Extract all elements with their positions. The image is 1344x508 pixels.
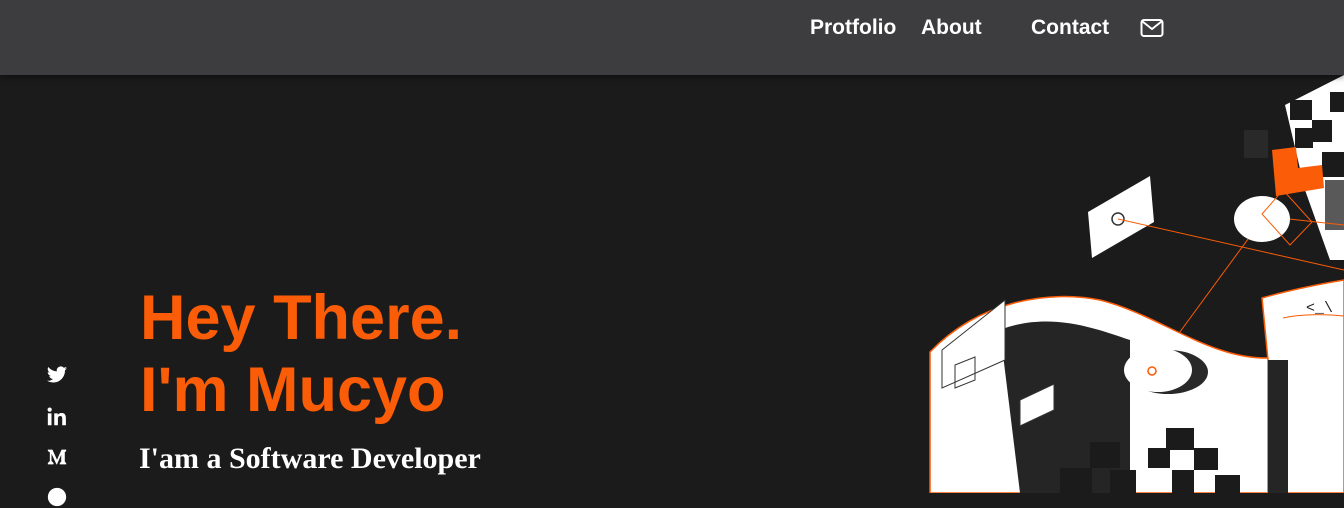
envelope-icon[interactable] xyxy=(1140,18,1164,38)
hero-greeting: Hey There. xyxy=(140,283,463,353)
floating-panel xyxy=(1088,176,1154,258)
nav-link-portfolio[interactable]: Protfolio xyxy=(810,16,896,40)
nav-link-about[interactable]: About xyxy=(921,16,982,40)
hero-illustration: <_\ xyxy=(929,75,1344,493)
code-terminal-graphic: <_\ xyxy=(1261,279,1344,493)
twitter-icon[interactable] xyxy=(46,364,68,386)
linkedin-icon[interactable] xyxy=(46,406,68,428)
hero-subtitle: I'am a Software Developer xyxy=(139,442,481,475)
nav-link-contact[interactable]: Contact xyxy=(1031,16,1109,40)
hero-name: I'm Mucyo xyxy=(140,355,446,425)
top-navbar: Protfolio About Contact xyxy=(0,0,1344,75)
code-symbol: <_\ xyxy=(1306,300,1333,317)
hero-heading: Hey There. I'm Mucyo xyxy=(140,282,462,426)
github-icon[interactable] xyxy=(46,486,68,508)
medium-icon[interactable] xyxy=(46,446,68,468)
